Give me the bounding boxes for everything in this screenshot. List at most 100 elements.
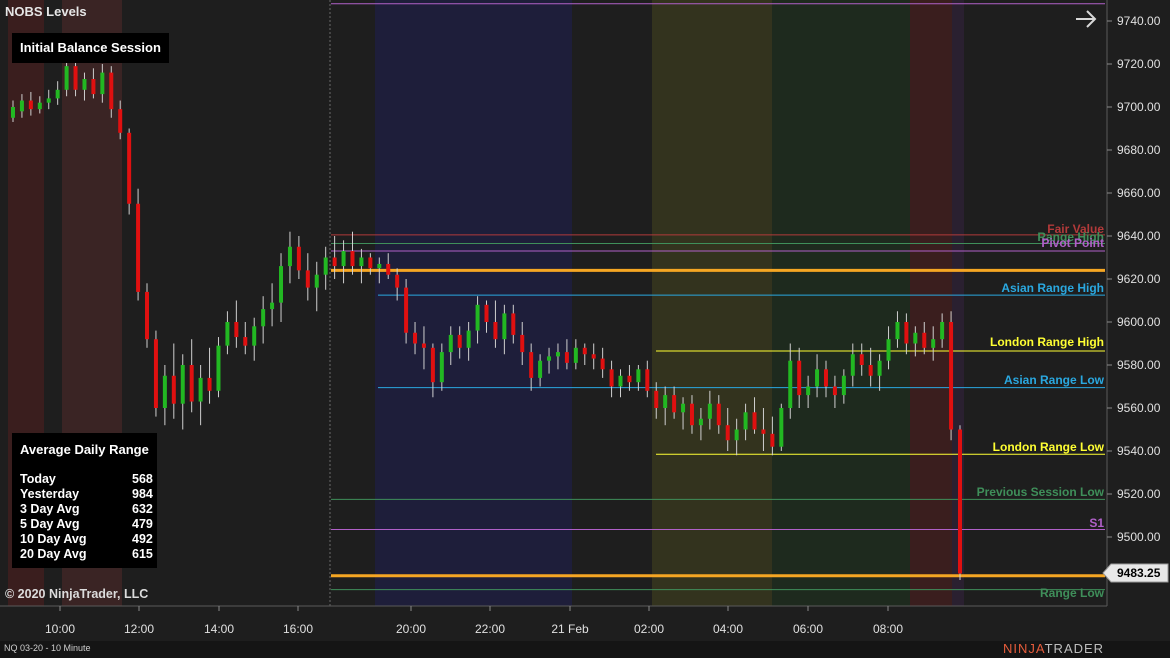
candle-body [145, 291, 150, 340]
candle-body [243, 337, 248, 346]
x-tick-label: 04:00 [713, 622, 743, 636]
adr-row: 5 Day Avg 479 [20, 517, 153, 531]
x-tick-label: 06:00 [793, 622, 823, 636]
candle-body [109, 72, 114, 110]
candle-body [841, 375, 846, 396]
candle-body [82, 79, 87, 90]
candle-body [368, 257, 373, 269]
candle-body [832, 386, 837, 396]
candle-body [886, 339, 891, 361]
candle-body [287, 246, 292, 267]
adr-row: 3 Day Avg 632 [20, 502, 153, 516]
candle-body [127, 132, 132, 204]
candle-body [502, 313, 507, 340]
candle-body [707, 403, 712, 419]
x-tick-label: 10:00 [45, 622, 75, 636]
x-tick-label: 08:00 [873, 622, 903, 636]
price-chart: Fair ValueRange HighPivot PointAsian Ran… [0, 0, 1170, 641]
candle-body [11, 107, 15, 118]
adr-row: Today 568 [20, 472, 153, 486]
candle-body [296, 246, 301, 271]
candle-body [859, 354, 864, 365]
adr-row: Yesterday 984 [20, 487, 153, 501]
candle-body [91, 79, 96, 95]
candle-body [332, 257, 337, 267]
candle-body [949, 322, 954, 430]
candle-body [216, 345, 221, 391]
candle-body [931, 339, 936, 348]
candle-body [19, 100, 24, 112]
candle-body [252, 326, 257, 346]
candle-body [645, 369, 650, 391]
candle-body [207, 377, 212, 391]
y-tick-label: 9580.00 [1117, 358, 1161, 372]
y-tick-label: 9660.00 [1117, 186, 1161, 200]
adr-value: 615 [132, 547, 153, 561]
adr-label: 10 Day Avg [20, 532, 87, 546]
level-label: Asian Range High [1001, 281, 1104, 295]
candle-body [413, 332, 418, 344]
candle-body [716, 403, 721, 426]
x-tick-label: 02:00 [634, 622, 664, 636]
candle-body [234, 322, 239, 338]
candle-body [323, 257, 328, 275]
x-tick-label: 16:00 [283, 622, 313, 636]
candle-body [913, 332, 918, 344]
level-label: Asian Range Low [1004, 373, 1105, 387]
adr-row: 20 Day Avg 615 [20, 547, 153, 561]
candle-body [341, 251, 346, 267]
candle-body [600, 358, 605, 370]
candle-body [850, 354, 855, 376]
candle-body [475, 304, 480, 331]
x-tick-label: 14:00 [204, 622, 234, 636]
candle-body [395, 274, 400, 288]
candle-body [823, 369, 828, 387]
candle-body [350, 251, 355, 267]
candle-body [940, 322, 945, 340]
candle-body [359, 257, 364, 267]
initial-balance-label: Initial Balance Session [12, 33, 169, 63]
candle-body [538, 360, 543, 378]
level-label: London Range Low [993, 440, 1105, 454]
last-price-marker: 9483.25 [1102, 563, 1169, 583]
adr-value: 984 [132, 487, 153, 501]
arrow-right-icon[interactable] [1073, 6, 1099, 32]
y-tick-label: 9700.00 [1117, 100, 1161, 114]
candle-body [198, 377, 203, 402]
level-label: Pivot Point [1041, 236, 1104, 250]
level-label: Previous Session Low [977, 485, 1105, 499]
brand-logo: NINJATRADER [1003, 641, 1104, 656]
candle-body [386, 263, 391, 275]
candle-body [279, 266, 284, 303]
candle-body [806, 386, 811, 396]
candle-body [270, 302, 275, 310]
adr-label: 5 Day Avg [20, 517, 80, 531]
candle-body [582, 347, 587, 355]
y-tick-label: 9600.00 [1117, 315, 1161, 329]
y-tick-label: 9640.00 [1117, 229, 1161, 243]
adr-label: 20 Day Avg [20, 547, 87, 561]
level-label: London Range High [990, 335, 1104, 349]
candle-body [305, 270, 310, 288]
candle-body [520, 334, 525, 353]
candle-body [100, 72, 105, 95]
x-tick-label: 21 Feb [551, 622, 589, 636]
y-tick-label: 9500.00 [1117, 530, 1161, 544]
candle-body [37, 102, 42, 110]
candle-body [609, 369, 614, 387]
candle-body [591, 354, 596, 359]
status-bar [0, 641, 1170, 658]
adr-value: 479 [132, 517, 153, 531]
candle-body [314, 274, 319, 288]
candle-body [725, 425, 730, 441]
candle-body [743, 412, 748, 430]
candle-body [430, 347, 435, 383]
brand-part-a: NINJA [1003, 641, 1045, 656]
y-tick-label: 9560.00 [1117, 401, 1161, 415]
candle-body [377, 263, 382, 269]
candle-body [698, 418, 703, 426]
candle-body [904, 322, 909, 344]
candle-body [877, 360, 882, 376]
candle-body [448, 334, 453, 353]
adr-label: Yesterday [20, 487, 80, 501]
